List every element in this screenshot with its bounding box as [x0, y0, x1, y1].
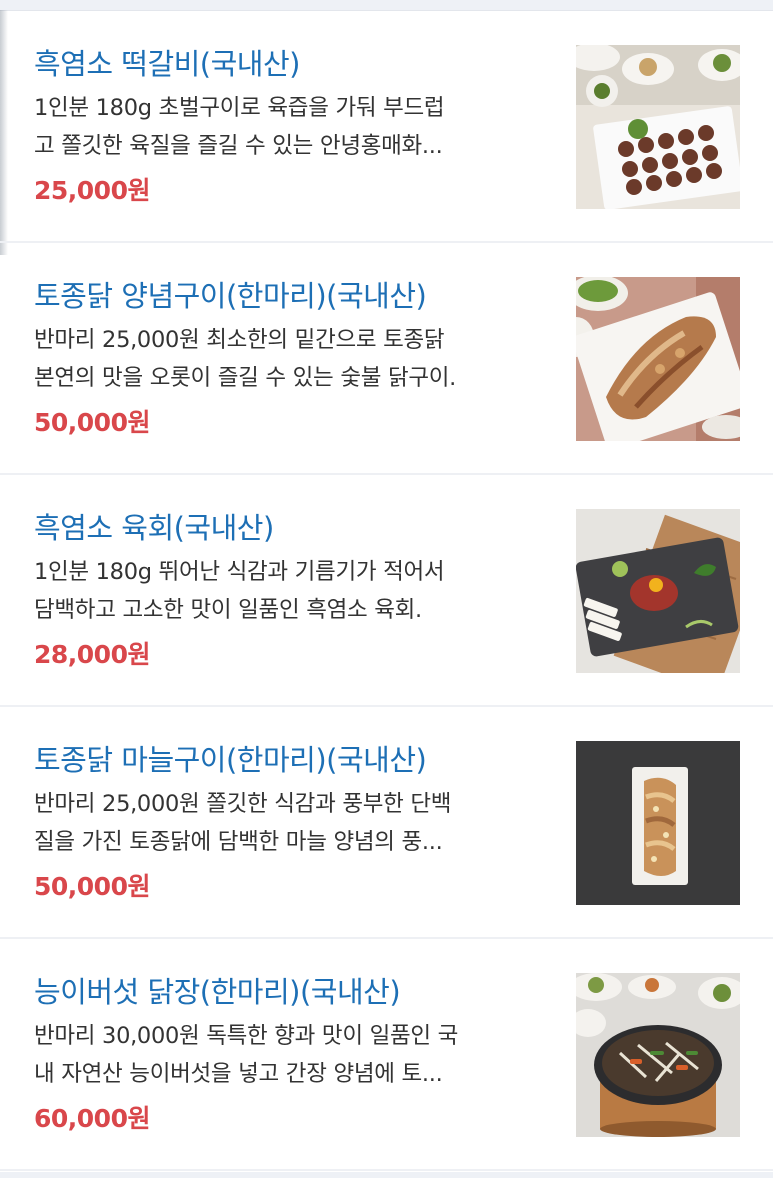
menu-list: 흑염소 떡갈비(국내산) 1인분 180g 초벌구이로 육즙을 가둬 부드럽 고…	[0, 11, 773, 1171]
menu-item-title: 흑염소 육회(국내산)	[34, 511, 274, 545]
garlic-chicken-image[interactable]	[576, 741, 740, 905]
top-divider	[0, 0, 773, 11]
menu-item-description: 1인분 180g 뛰어난 식감과 기름기가 적어서 담백하고 고소한 맛이 일품…	[34, 553, 544, 629]
grilled-chicken-image[interactable]	[576, 277, 740, 441]
menu-item-description: 반마리 25,000원 최소한의 밑간으로 토종닭 본연의 맛을 오롯이 즐길 …	[34, 321, 544, 397]
description-line: 1인분 180g 초벌구이로 육즙을 가둬 부드럽	[34, 95, 445, 121]
menu-item-price: 28,000원	[34, 640, 150, 669]
menu-item-title: 능이버섯 닭장(한마리)(국내산)	[34, 975, 401, 1009]
menu-item-description: 반마리 25,000원 쫄깃한 식감과 풍부한 단백 질을 가진 토종닭에 담백…	[34, 785, 544, 861]
description-line: 고 쫄깃한 육질을 즐길 수 있는 안녕홍매화...	[34, 133, 443, 159]
description-line: 내 자연산 능이버섯을 넣고 간장 양념에 토...	[34, 1061, 443, 1087]
description-line: 담백하고 고소한 맛이 일품인 흑염소 육회.	[34, 597, 422, 623]
menu-item-price: 50,000원	[34, 872, 150, 901]
description-line: 반마리 30,000원 독특한 향과 맛이 일품인 국	[34, 1023, 459, 1049]
description-line: 반마리 25,000원 최소한의 밑간으로 토종닭	[34, 327, 445, 353]
menu-item[interactable]: 토종닭 마늘구이(한마리)(국내산) 반마리 25,000원 쫄깃한 식감과 풍…	[0, 707, 773, 939]
description-line: 반마리 25,000원 쫄깃한 식감과 풍부한 단백	[34, 791, 452, 817]
menu-item[interactable]: 흑염소 떡갈비(국내산) 1인분 180g 초벌구이로 육즙을 가둬 부드럽 고…	[0, 11, 773, 243]
menu-item-description: 반마리 30,000원 독특한 향과 맛이 일품인 국 내 자연산 능이버섯을 …	[34, 1017, 544, 1093]
menu-item-title: 토종닭 마늘구이(한마리)(국내산)	[34, 743, 427, 777]
goat-tartare-image[interactable]	[576, 509, 740, 673]
bottom-divider	[0, 1172, 773, 1178]
menu-item-price: 60,000원	[34, 1104, 150, 1133]
menu-item-title: 토종닭 양념구이(한마리)(국내산)	[34, 279, 427, 313]
menu-item[interactable]: 토종닭 양념구이(한마리)(국내산) 반마리 25,000원 최소한의 밑간으로…	[0, 243, 773, 475]
menu-item[interactable]: 흑염소 육회(국내산) 1인분 180g 뛰어난 식감과 기름기가 적어서 담백…	[0, 475, 773, 707]
menu-item-description: 1인분 180g 초벌구이로 육즙을 가둬 부드럽 고 쫄깃한 육질을 즐길 수…	[34, 89, 544, 165]
grilled-goat-patties-image[interactable]	[576, 45, 740, 209]
description-line: 본연의 맛을 오롯이 즐길 수 있는 숯불 닭구이.	[34, 365, 457, 391]
description-line: 질을 가진 토종닭에 담백한 마늘 양념의 풍...	[34, 829, 443, 855]
menu-item-title: 흑염소 떡갈비(국내산)	[34, 47, 300, 81]
description-line: 1인분 180g 뛰어난 식감과 기름기가 적어서	[34, 559, 445, 585]
menu-item-price: 25,000원	[34, 176, 150, 205]
mushroom-chicken-stew-image[interactable]	[576, 973, 740, 1137]
menu-item-price: 50,000원	[34, 408, 150, 437]
menu-item[interactable]: 능이버섯 닭장(한마리)(국내산) 반마리 30,000원 독특한 향과 맛이 …	[0, 939, 773, 1171]
